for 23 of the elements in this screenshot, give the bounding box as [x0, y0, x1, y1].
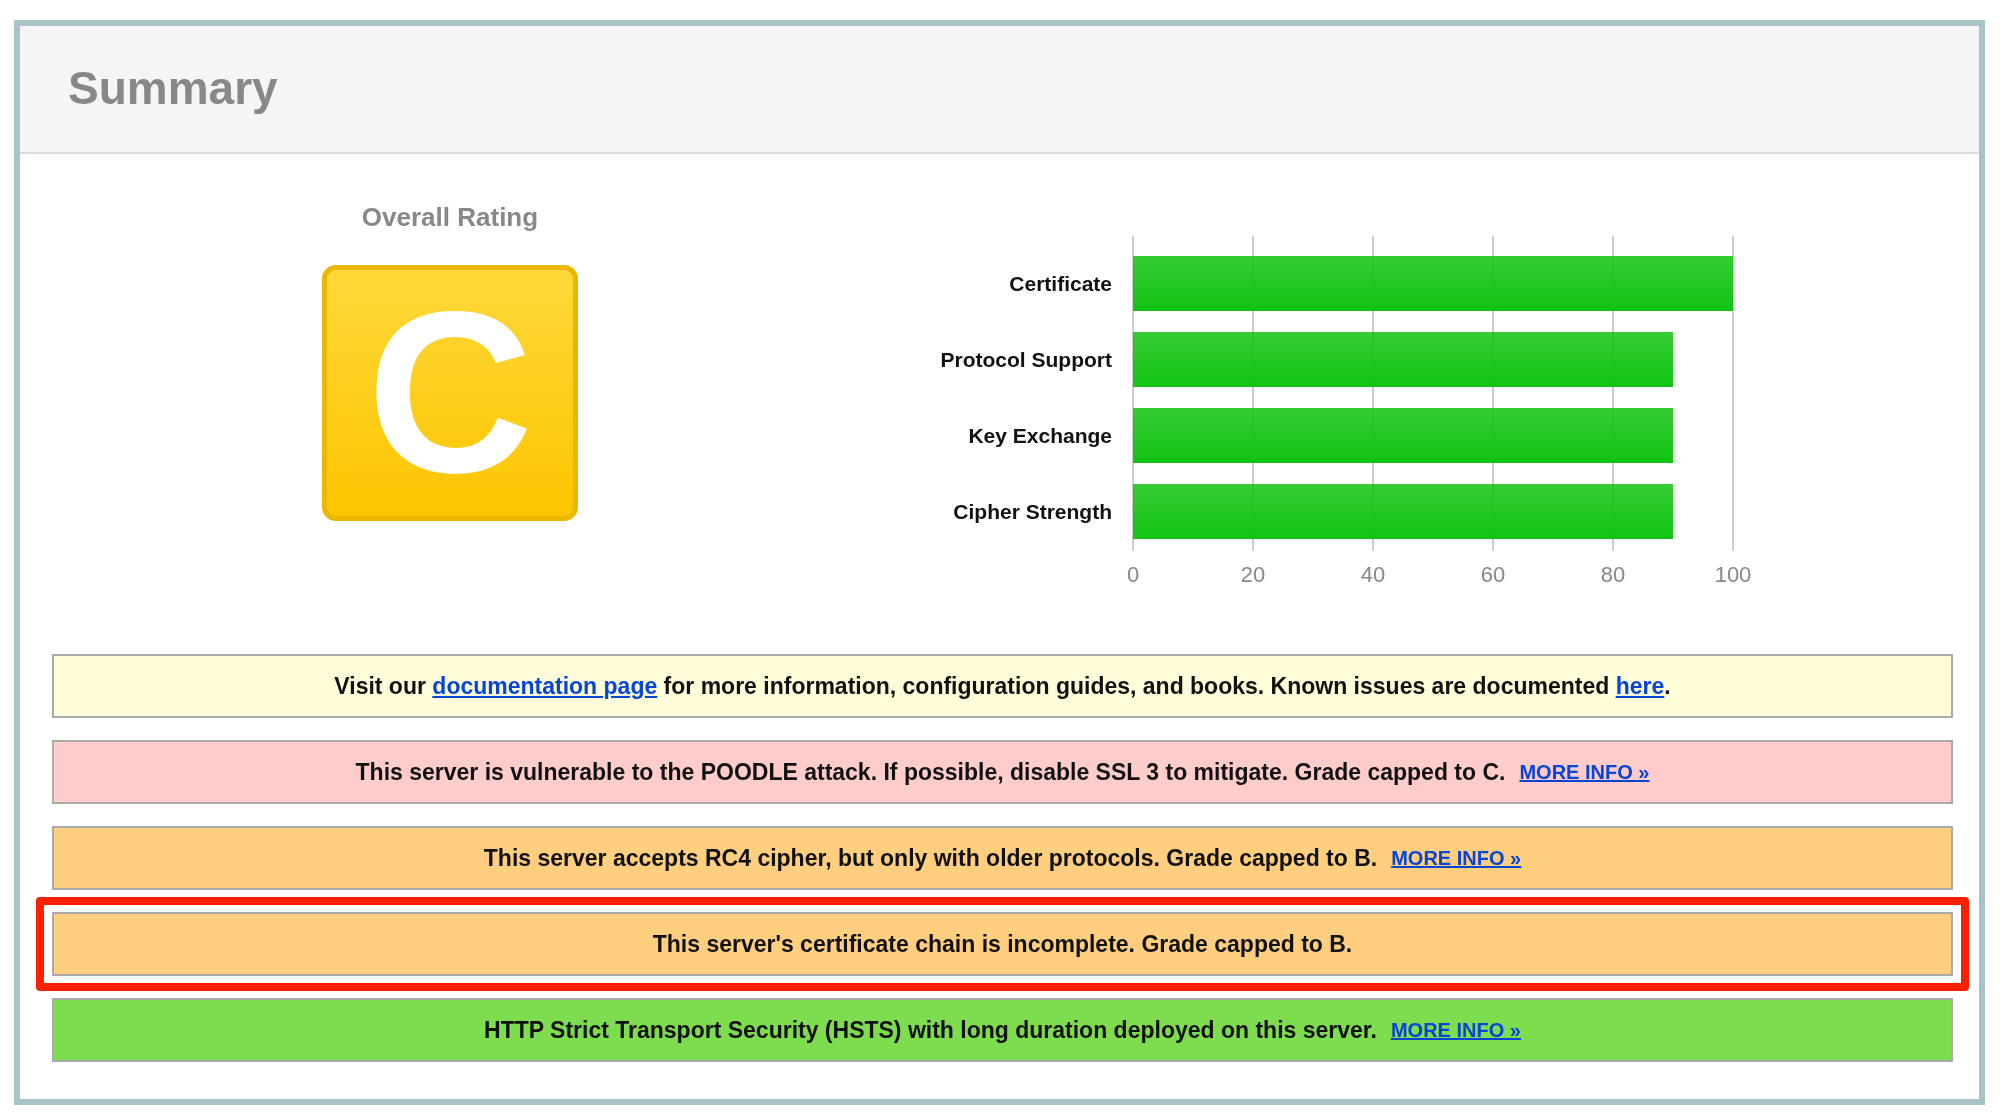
axis-tick-label: 40	[1360, 562, 1386, 587]
axis-tick-label: 20	[1240, 562, 1266, 587]
text-link[interactable]: documentation page	[432, 672, 658, 699]
category-label: Protocol Support	[940, 348, 1112, 371]
more-info-link[interactable]: MORE INFO »	[1390, 1015, 1521, 1045]
axis-tick-label: 80	[1600, 562, 1626, 587]
axis-tick-label: 0	[1126, 562, 1140, 587]
more-info-link[interactable]: MORE INFO »	[1519, 757, 1650, 787]
notice-text: This server accepts RC4 cipher, but only with older protocols. Grade capped to B.	[483, 843, 1378, 873]
category-label: Certificate	[1009, 272, 1112, 295]
notice-text: This server's certificate chain is incomplete. Grade capped to B.	[652, 929, 1353, 959]
category-label: Cipher Strength	[953, 500, 1112, 523]
axis-tick-label: 60	[1480, 562, 1506, 587]
notice-text: This server is vulnerable to the POODLE attack. If possible, disable SSL 3 to mitigate. Grade capped to C.	[355, 757, 1506, 787]
notice-text: Visit our documentation page for more information, configuration guides, and books. Known issues are documented here.	[334, 671, 1671, 701]
text-link[interactable]: here	[1615, 672, 1665, 699]
axis-tick-label: 100	[1714, 562, 1752, 587]
more-info-link[interactable]: MORE INFO »	[1391, 843, 1522, 873]
category-label: Key Exchange	[968, 424, 1112, 447]
notice-text: HTTP Strict Transport Security (HSTS) with long duration deployed on this server.	[484, 1015, 1377, 1045]
summary-title: Summary	[68, 61, 278, 117]
grade-badge: C	[322, 265, 578, 521]
overall-rating-label: Overall Rating	[361, 201, 539, 234]
